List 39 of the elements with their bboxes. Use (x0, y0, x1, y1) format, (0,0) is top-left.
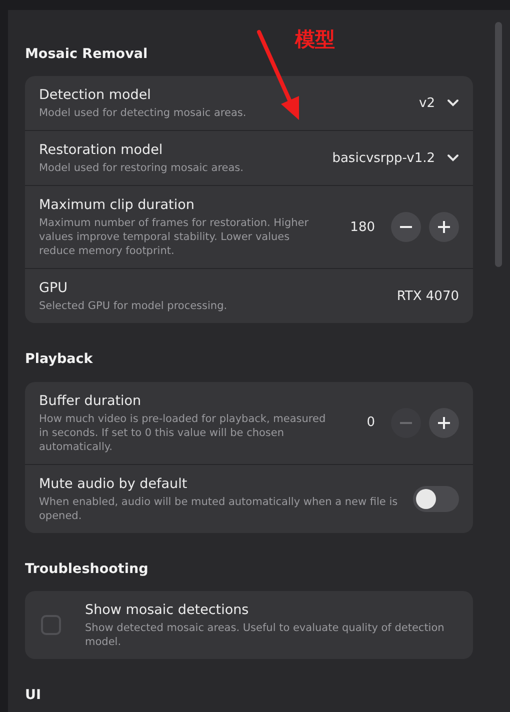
stepper-value: 180 (350, 218, 375, 236)
select-value: basicvsrpp-v1.2 (332, 150, 435, 168)
plus-icon (438, 221, 450, 234)
chevron-down-icon (447, 154, 459, 162)
row-description: Maximum number of frames for restoration. Higher values improve temporal stability. Lower values reduce memory footprint. (39, 216, 310, 258)
section-heading: Playback (25, 350, 93, 370)
row-description: Model used for restoring mosaic areas. (39, 161, 244, 176)
section-heading: Mosaic Removal (25, 45, 148, 64)
row-title: Buffer duration (39, 392, 142, 410)
row-description: Model used for detecting mosaic areas. (39, 106, 248, 120)
row-title: Maximum clip duration (39, 196, 196, 214)
row-description: Selected GPU for model processing. (39, 299, 228, 314)
plus-icon (438, 416, 450, 428)
annotation-label: 模型 (295, 26, 335, 53)
minus-icon (400, 422, 412, 424)
row-title: Show mosaic detections (85, 600, 250, 619)
minus-icon (400, 226, 412, 228)
scrollbar-thumb[interactable] (494, 22, 502, 267)
select-value: v2 (419, 94, 435, 112)
model-select[interactable]: v2 (419, 94, 459, 113)
toggle-switch[interactable] (413, 486, 459, 512)
row-description: Show detected mosaic areas. Useful to evaluate quality of detection model. (85, 620, 446, 649)
row-description: How much video is pre-loaded for playback, measured in seconds. If set to 0 this value will be chosen automatically. (39, 412, 327, 454)
chevron-down-icon (447, 99, 459, 108)
section-heading: Troubleshooting (25, 560, 148, 578)
model-select[interactable]: basicvsrpp-v1.2 (332, 148, 459, 168)
gpu-value: RTX 4070 (396, 288, 459, 306)
row-title: Mute audio by default (39, 474, 188, 492)
decrement-button[interactable] (391, 212, 421, 242)
toggle-knob (416, 488, 436, 508)
row-title: Detection model (39, 86, 152, 104)
stepper-value: 0 (366, 414, 375, 432)
section-heading: UI (25, 686, 41, 705)
increment-button[interactable] (429, 212, 459, 242)
checkbox[interactable] (41, 614, 61, 635)
row-title: Restoration model (39, 141, 164, 160)
row-title: GPU (39, 279, 68, 298)
row-description: When enabled, audio will be muted automatically when a new file is opened. (39, 494, 399, 522)
increment-button[interactable] (429, 408, 459, 438)
